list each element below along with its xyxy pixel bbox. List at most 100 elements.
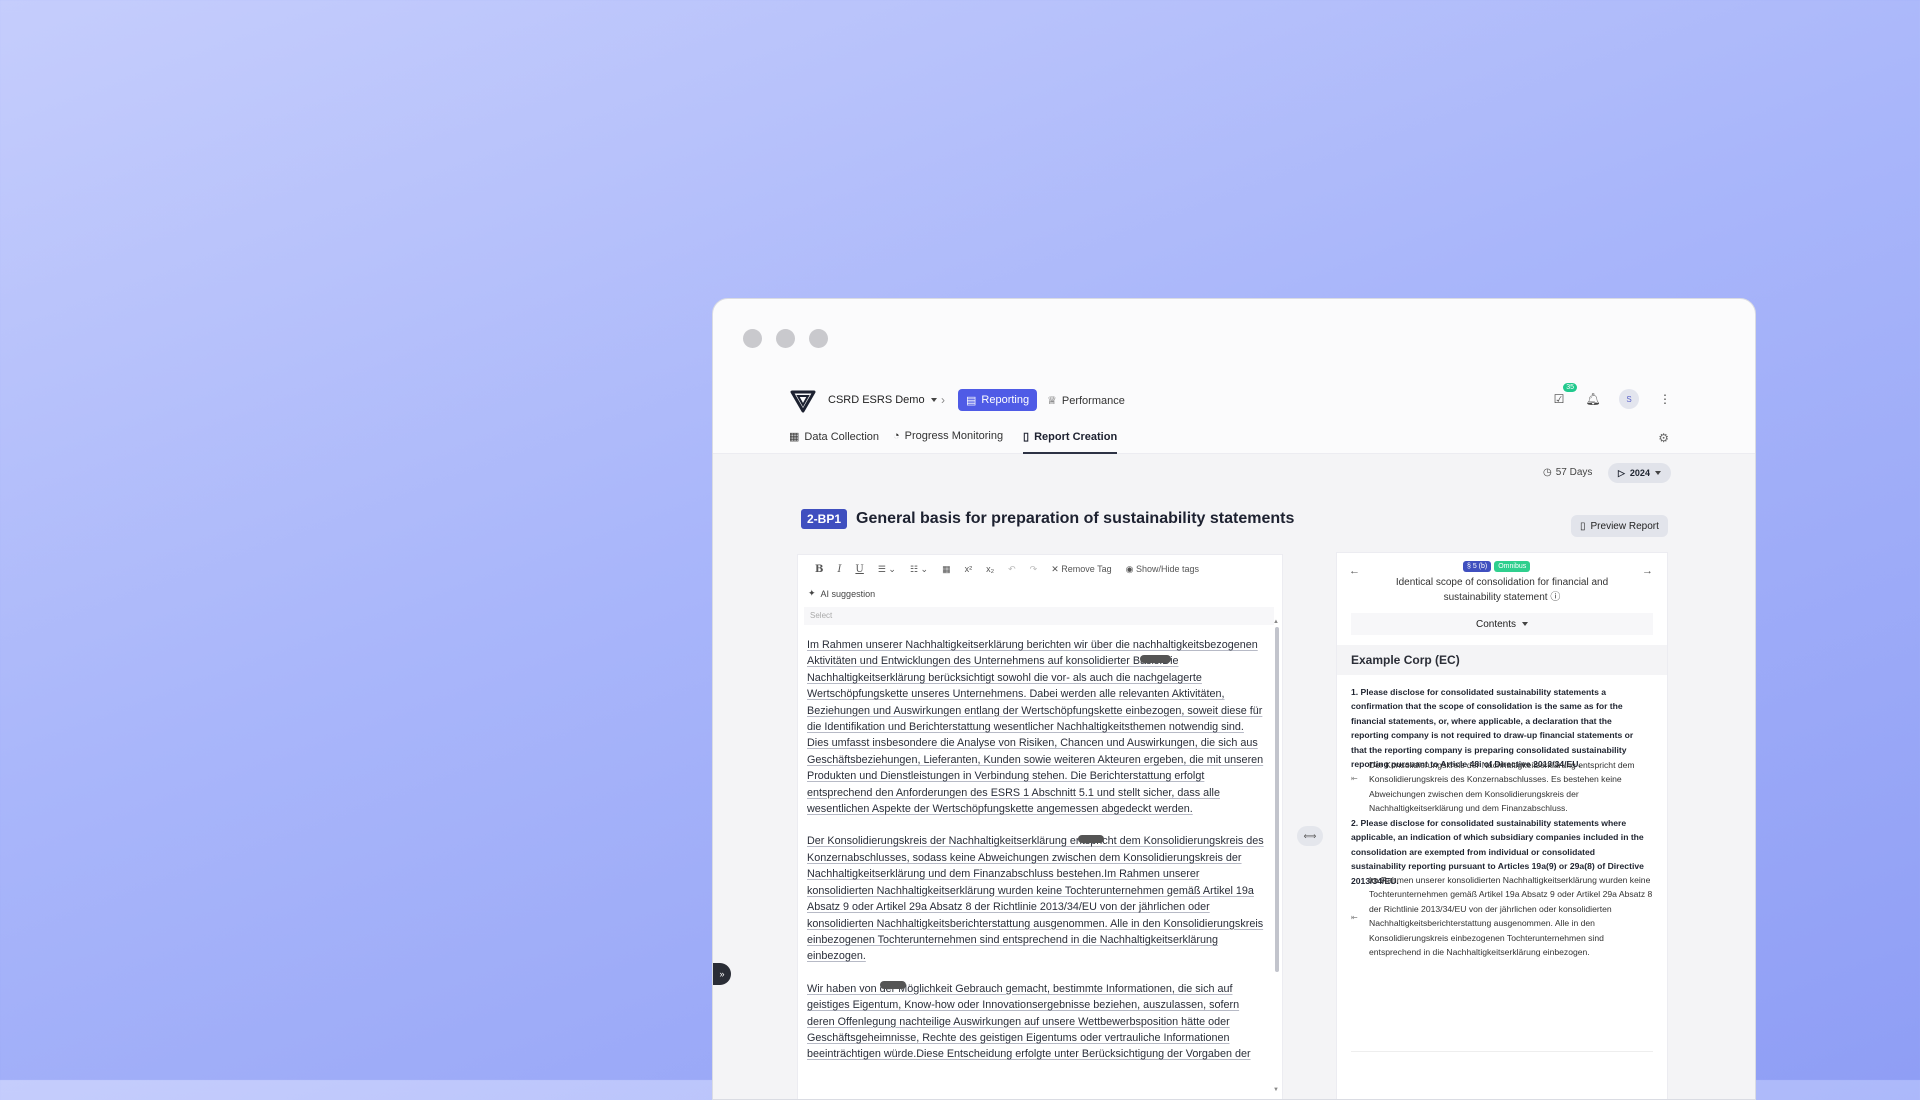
requirement-chips: § 5 (b) Omnibus (1463, 561, 1531, 572)
underline-button[interactable]: U (848, 564, 870, 575)
remove-tag-label: Remove Tag (1061, 563, 1112, 574)
inline-tag-chip[interactable] (1078, 835, 1104, 843)
inline-tag-chip[interactable] (880, 981, 906, 989)
italic-button[interactable]: I (830, 564, 848, 575)
performance-label: Performance (1061, 394, 1125, 407)
preview-label: Preview Report (1590, 520, 1659, 532)
subscript-button[interactable]: x₂ (979, 564, 1001, 574)
superscript-button[interactable]: x² (958, 564, 980, 574)
resize-arrows-icon: ⟺ (1303, 830, 1317, 841)
checklist-icon: ☑ (1553, 392, 1565, 406)
editor-paragraph[interactable]: Der Konsolidierungskreis der Nachhaltigk… (807, 833, 1267, 964)
deadline-indicator: ◷ 57 Days (1543, 467, 1592, 478)
chevron-down-icon (930, 398, 937, 402)
notification-count-badge: 35 (1563, 383, 1577, 392)
org-switcher[interactable]: CSRD ESRS Demo (828, 394, 937, 406)
tab-label: Data Collection (804, 430, 879, 443)
eye-icon: ◉ (1125, 563, 1134, 574)
select-dropdown[interactable]: Select (804, 607, 1274, 625)
numbered-list-button[interactable]: ☷ ⌄ (903, 564, 935, 575)
undo-button[interactable]: ↶ (1001, 564, 1023, 575)
tab-progress-monitoring[interactable]: ◔ Progress Monitoring (893, 430, 1003, 442)
org-name: CSRD ESRS Demo (828, 394, 925, 406)
tasks-button[interactable]: ☑ 35 (1551, 383, 1577, 407)
close-icon: ✕ (1051, 563, 1059, 574)
page-title: General basis for preparation of sustain… (856, 510, 1295, 527)
scroll-up-arrow-icon[interactable]: ▲ (1273, 619, 1279, 625)
chart-icon: ▤ (966, 394, 977, 407)
chevron-down-icon (1522, 622, 1529, 626)
document-icon: ▯ (1580, 520, 1586, 532)
insert-icon[interactable]: ⇤ (1351, 774, 1358, 783)
ai-suggestion-button[interactable]: ✦ AI suggestion (808, 588, 875, 599)
section-code-badge: 2-BP1 (801, 509, 848, 529)
topbar-actions: ☑ 35 🔔︎ S ⋮ (1551, 383, 1673, 409)
paragraph-reference-chip: § 5 (b) (1463, 561, 1492, 572)
editor-scrollbar[interactable] (1275, 627, 1279, 972)
contents-dropdown[interactable]: Contents (1351, 613, 1653, 635)
bold-button[interactable]: B (808, 564, 830, 575)
window-minimize-button[interactable] (776, 329, 795, 348)
requirement-subtitle: Identical scope of consolidation for fin… (1367, 575, 1637, 605)
show-hide-tags-label: Show/Hide tags (1136, 563, 1200, 574)
next-requirement-button[interactable]: → (1642, 565, 1653, 577)
notifications-button[interactable]: 🔔︎ (1585, 391, 1601, 407)
table-insert-button[interactable]: ▦ (935, 564, 958, 575)
contents-label: Contents (1475, 618, 1517, 630)
play-icon: ▷ (1618, 467, 1625, 478)
editor-toolbar: B I U ☰ ⌄ ☷ ⌄ ▦ x² x₂ ↶ ↷ ✕ Remove Tag ◉… (798, 555, 1282, 583)
disclosure-answer: Der Konsolidierungskreis der Nachhaltigk… (1369, 760, 1635, 814)
requirements-panel: ← § 5 (b) Omnibus → Identical scope of c… (1336, 552, 1668, 1099)
editor-paragraph[interactable]: Wir haben von der Möglichkeit Gebrauch g… (807, 981, 1267, 1063)
divider (1351, 1051, 1653, 1052)
panel-resize-handle[interactable]: ⟺ (1297, 826, 1323, 846)
sub-navigation: ▦ Data Collection ◔ Progress Monitoring … (713, 419, 1755, 454)
redo-button[interactable]: ↷ (1023, 564, 1045, 575)
year-selector[interactable]: ▷ 2024 (1608, 463, 1671, 483)
tab-label: Progress Monitoring (904, 430, 1004, 442)
bell-icon: 🔔︎ (1585, 392, 1601, 406)
window-close-button[interactable] (743, 329, 762, 348)
window-controls (743, 329, 828, 348)
kebab-menu-icon: ⋮ (1659, 392, 1671, 406)
table-icon: ▦ (789, 431, 800, 443)
avatar[interactable]: S (1619, 389, 1639, 409)
main-content: ◷ 57 Days ▷ 2024 2-BP1 General basis for… (713, 454, 1755, 1099)
editor-paragraph[interactable]: Im Rahmen unserer Nachhaltigkeitserkläru… (807, 637, 1267, 817)
performance-link[interactable]: ♕ Performance (1047, 394, 1125, 408)
editor-document[interactable]: Im Rahmen unserer Nachhaltigkeitserkläru… (807, 637, 1267, 1079)
tab-data-collection[interactable]: ▦ Data Collection (789, 430, 879, 444)
rich-text-editor[interactable]: B I U ☰ ⌄ ☷ ⌄ ▦ x² x₂ ↶ ↷ ✕ Remove Tag ◉… (797, 554, 1283, 1099)
scroll-down-arrow-icon[interactable]: ▼ (1273, 1087, 1279, 1093)
chevron-right-icon: › (941, 393, 945, 407)
clock-icon: ◷ (1543, 467, 1552, 478)
double-chevron-right-icon: » (719, 969, 725, 979)
reporting-button[interactable]: ▤ Reporting (958, 389, 1038, 411)
window-maximize-button[interactable] (809, 329, 828, 348)
insert-icon[interactable]: ⇤ (1351, 913, 1358, 922)
company-name: Example Corp (EC) (1351, 653, 1460, 667)
remove-tag-button[interactable]: ✕ Remove Tag (1044, 564, 1118, 575)
trophy-icon: ♕ (1047, 395, 1057, 407)
bullet-list-button[interactable]: ☰ ⌄ (871, 564, 903, 575)
requirement-subtitle-text: Identical scope of consolidation for fin… (1395, 577, 1609, 603)
previous-requirement-button[interactable]: ← (1349, 565, 1360, 577)
ai-suggestion-label: AI suggestion (820, 588, 876, 599)
requirement-header: ← § 5 (b) Omnibus → Identical scope of c… (1337, 553, 1667, 645)
inline-tag-chip[interactable] (1140, 655, 1172, 663)
more-options-button[interactable]: ⋮ (1657, 391, 1673, 407)
top-navigation: CSRD ESRS Demo › ▤ Reporting ♕ Performan… (713, 383, 1755, 417)
gear-icon[interactable]: ⚙ (1658, 431, 1669, 445)
gauge-icon: ◔ (893, 430, 900, 442)
preview-report-button[interactable]: ▯ Preview Report (1571, 515, 1668, 537)
company-header: Example Corp (EC) (1337, 645, 1667, 675)
tab-label: Report Creation (1034, 430, 1118, 443)
days-remaining: 57 Days (1555, 467, 1593, 478)
info-icon[interactable]: ⓘ (1550, 592, 1560, 603)
show-hide-tags-button[interactable]: ◉ Show/Hide tags (1119, 564, 1206, 575)
disclosure-answer: Im Rahmen unserer konsolidierten Nachhal… (1369, 875, 1653, 958)
document-icon: ▯ (1023, 431, 1030, 443)
tab-report-creation[interactable]: ▯ Report Creation (1023, 430, 1118, 454)
app-window: CSRD ESRS Demo › ▤ Reporting ♕ Performan… (712, 298, 1756, 1100)
app-logo-icon[interactable] (790, 389, 816, 413)
